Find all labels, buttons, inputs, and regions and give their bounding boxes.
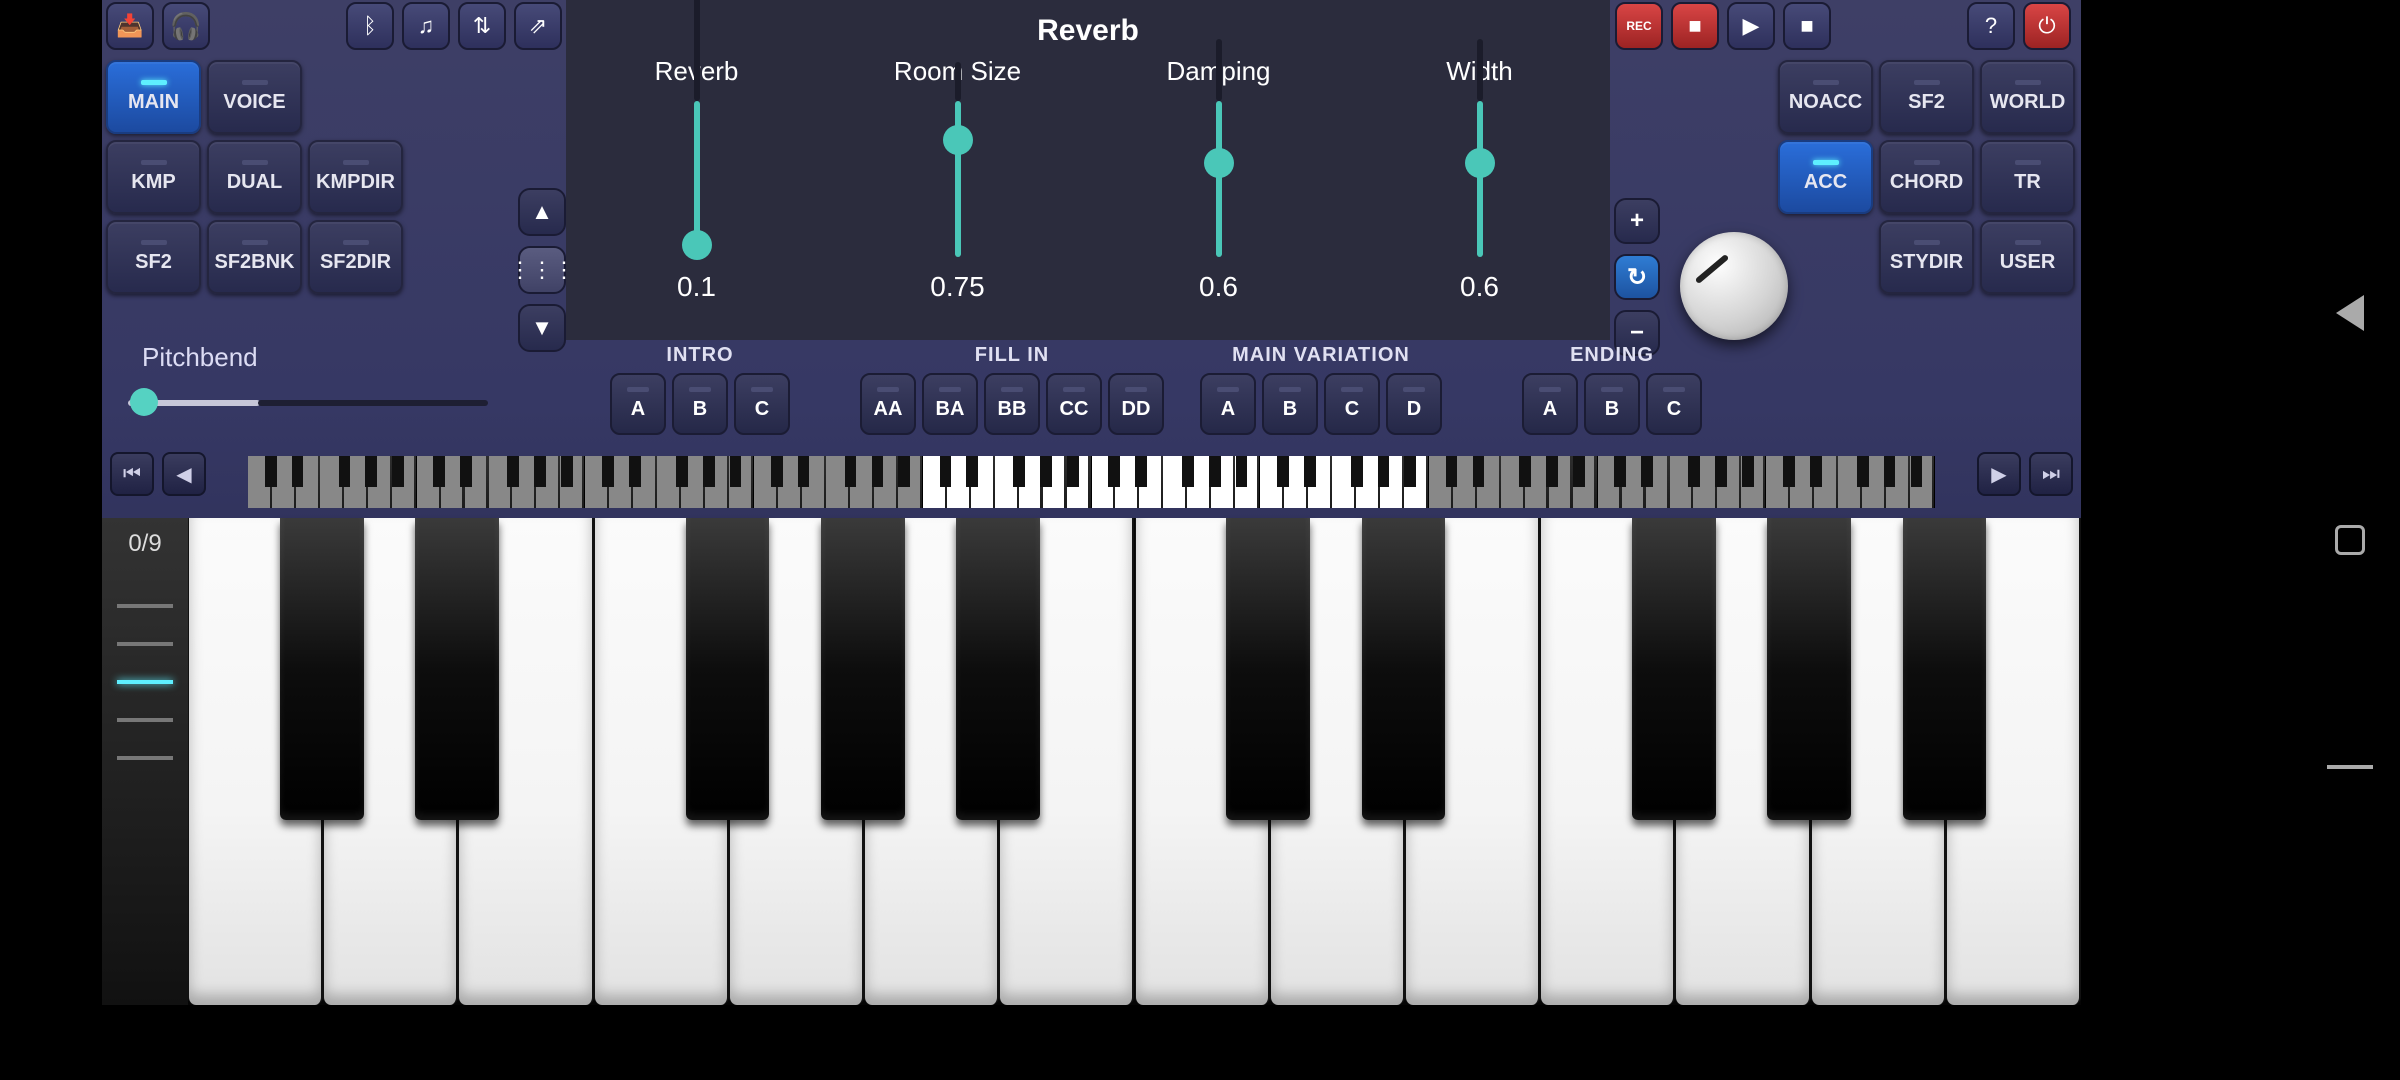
right-btn-noacc[interactable]: NOACC — [1778, 60, 1873, 134]
right-btn-sf2[interactable]: SF2 — [1879, 60, 1974, 134]
kb-rewind-button[interactable]: ⏮ — [110, 452, 154, 496]
left-btn-dual[interactable]: DUAL — [207, 140, 302, 214]
right-btn-world[interactable]: WORLD — [1980, 60, 2075, 134]
keyboard-overview[interactable] — [248, 456, 1935, 508]
arr-fillin-bb[interactable]: BB — [984, 373, 1040, 435]
panel-down-button[interactable]: ▼ — [518, 304, 566, 352]
velocity-level[interactable] — [117, 604, 173, 608]
help-button[interactable]: ? — [1967, 2, 2015, 50]
black-key[interactable] — [956, 518, 1040, 820]
velocity-level[interactable] — [117, 756, 173, 760]
arr-intro-c[interactable]: C — [734, 373, 790, 435]
share-icon[interactable]: ⇗ — [514, 2, 562, 50]
arr-mainvariation-c[interactable]: C — [1324, 373, 1380, 435]
left-btn-main[interactable]: MAIN — [106, 60, 201, 134]
tempo-knob[interactable] — [1680, 232, 1788, 340]
panel-nav-right: + ↻ − — [1614, 198, 1662, 356]
reverb-title: Reverb — [566, 0, 1610, 48]
keyboard-nav: ⏮ ◀ ▶ ⏭ — [102, 452, 2081, 512]
velocity-strip: 0/9 — [102, 518, 188, 1005]
black-key[interactable] — [280, 518, 364, 820]
bluetooth-icon[interactable]: ᛒ — [346, 2, 394, 50]
velocity-level[interactable] — [117, 642, 173, 646]
android-recents-button[interactable] — [2327, 744, 2373, 790]
arranger-ending: ENDINGABC — [1522, 344, 1702, 435]
right-btn-tr[interactable]: TR — [1980, 140, 2075, 214]
right-mode-grid: NOACCSF2WORLD ACCCHORDTRSTYDIRUSER — [1778, 60, 2075, 294]
arr-mainvariation-a[interactable]: A — [1200, 373, 1256, 435]
panel-nav-left: ▲ ⋮⋮⋮ ▼ — [518, 188, 566, 352]
top-left-toolbar: 📥 🎧 ᛒ ♫ ⇅ ⇗ — [106, 2, 562, 50]
android-home-button[interactable] — [2327, 517, 2373, 563]
slider-reverb[interactable]: Reverb0.1 — [566, 56, 827, 303]
record-button[interactable]: REC — [1615, 2, 1663, 50]
black-key[interactable] — [1362, 518, 1446, 820]
android-back-button[interactable] — [2327, 290, 2373, 336]
arr-fillin-dd[interactable]: DD — [1108, 373, 1164, 435]
app-root: 📥 🎧 ᛒ ♫ ⇅ ⇗ REC ■ ▶ ■ ? ⏻ MAINVOICEKMPDU… — [102, 0, 2081, 1005]
left-mode-grid: MAINVOICEKMPDUALKMPDIR SF2SF2BNKSF2DIR — [106, 60, 403, 294]
folder-download-icon[interactable]: 📥 — [106, 2, 154, 50]
android-nav-bar — [2300, 0, 2400, 1080]
left-btn-kmp[interactable]: KMP — [106, 140, 201, 214]
arr-mainvariation-d[interactable]: D — [1386, 373, 1442, 435]
velocity-level[interactable] — [117, 718, 173, 722]
power-button[interactable]: ⏻ — [2023, 2, 2071, 50]
black-key[interactable] — [1226, 518, 1310, 820]
pitchbend-slider[interactable] — [128, 396, 488, 408]
right-btn-stydir[interactable]: STYDIR — [1879, 220, 1974, 294]
octave-label: 0/9 — [128, 518, 161, 570]
slider-width[interactable]: Width0.6 — [1349, 56, 1610, 303]
left-btn-kmpdir[interactable]: KMPDIR — [308, 140, 403, 214]
black-key[interactable] — [415, 518, 499, 820]
black-key[interactable] — [686, 518, 770, 820]
black-key[interactable] — [1767, 518, 1851, 820]
left-btn-sf2dir[interactable]: SF2DIR — [308, 220, 403, 294]
headphones-globe-icon[interactable]: 🎧 — [162, 2, 210, 50]
arranger-intro: INTROABC — [610, 344, 790, 435]
arr-fillin-cc[interactable]: CC — [1046, 373, 1102, 435]
panel-up-button[interactable]: ▲ — [518, 188, 566, 236]
kb-right-button[interactable]: ▶ — [1977, 452, 2021, 496]
pitchbend-thumb[interactable] — [130, 388, 158, 416]
black-key[interactable] — [1903, 518, 1987, 820]
arranger-fill-in: FILL INAABABBCCDD — [860, 344, 1164, 435]
slider-damping[interactable]: Damping0.6 — [1088, 56, 1349, 303]
arr-intro-a[interactable]: A — [610, 373, 666, 435]
arr-fillin-aa[interactable]: AA — [860, 373, 916, 435]
arr-intro-b[interactable]: B — [672, 373, 728, 435]
main-keyboard — [188, 518, 2081, 1005]
arr-fillin-ba[interactable]: BA — [922, 373, 978, 435]
velocity-level[interactable] — [117, 680, 173, 684]
left-btn-sf2[interactable]: SF2 — [106, 220, 201, 294]
panel-refresh-button[interactable]: ↻ — [1614, 254, 1660, 300]
slider-room-size[interactable]: Room Size0.75 — [827, 56, 1088, 303]
arr-ending-b[interactable]: B — [1584, 373, 1640, 435]
pitchbend-label: Pitchbend — [142, 342, 258, 373]
reverb-sliders: Reverb0.1Room Size0.75Damping0.6Width0.6 — [566, 56, 1610, 303]
arr-mainvariation-b[interactable]: B — [1262, 373, 1318, 435]
left-btn-sf2bnk[interactable]: SF2BNK — [207, 220, 302, 294]
music-note-icon[interactable]: ♫ — [402, 2, 450, 50]
right-btn-acc[interactable]: ACC — [1778, 140, 1873, 214]
panel-plus-button[interactable]: + — [1614, 198, 1660, 244]
arr-ending-c[interactable]: C — [1646, 373, 1702, 435]
arr-ending-a[interactable]: A — [1522, 373, 1578, 435]
arranger-main-variation: MAIN VARIATIONABCD — [1200, 344, 1442, 435]
stop-record-button[interactable]: ■ — [1671, 2, 1719, 50]
top-right-toolbar: REC ■ ▶ ■ ? ⏻ — [1615, 2, 2071, 50]
right-btn-user[interactable]: USER — [1980, 220, 2075, 294]
reverb-panel: Reverb Reverb0.1Room Size0.75Damping0.6W… — [566, 0, 1610, 340]
black-key[interactable] — [821, 518, 905, 820]
left-btn-voice[interactable]: VOICE — [207, 60, 302, 134]
play-button[interactable]: ▶ — [1727, 2, 1775, 50]
stop-button[interactable]: ■ — [1783, 2, 1831, 50]
kb-left-button[interactable]: ◀ — [162, 452, 206, 496]
black-key[interactable] — [1632, 518, 1716, 820]
equalizer-icon[interactable]: ⇅ — [458, 2, 506, 50]
panel-grid-button[interactable]: ⋮⋮⋮ — [518, 246, 566, 294]
right-btn-chord[interactable]: CHORD — [1879, 140, 1974, 214]
kb-fastfwd-button[interactable]: ⏭ — [2029, 452, 2073, 496]
